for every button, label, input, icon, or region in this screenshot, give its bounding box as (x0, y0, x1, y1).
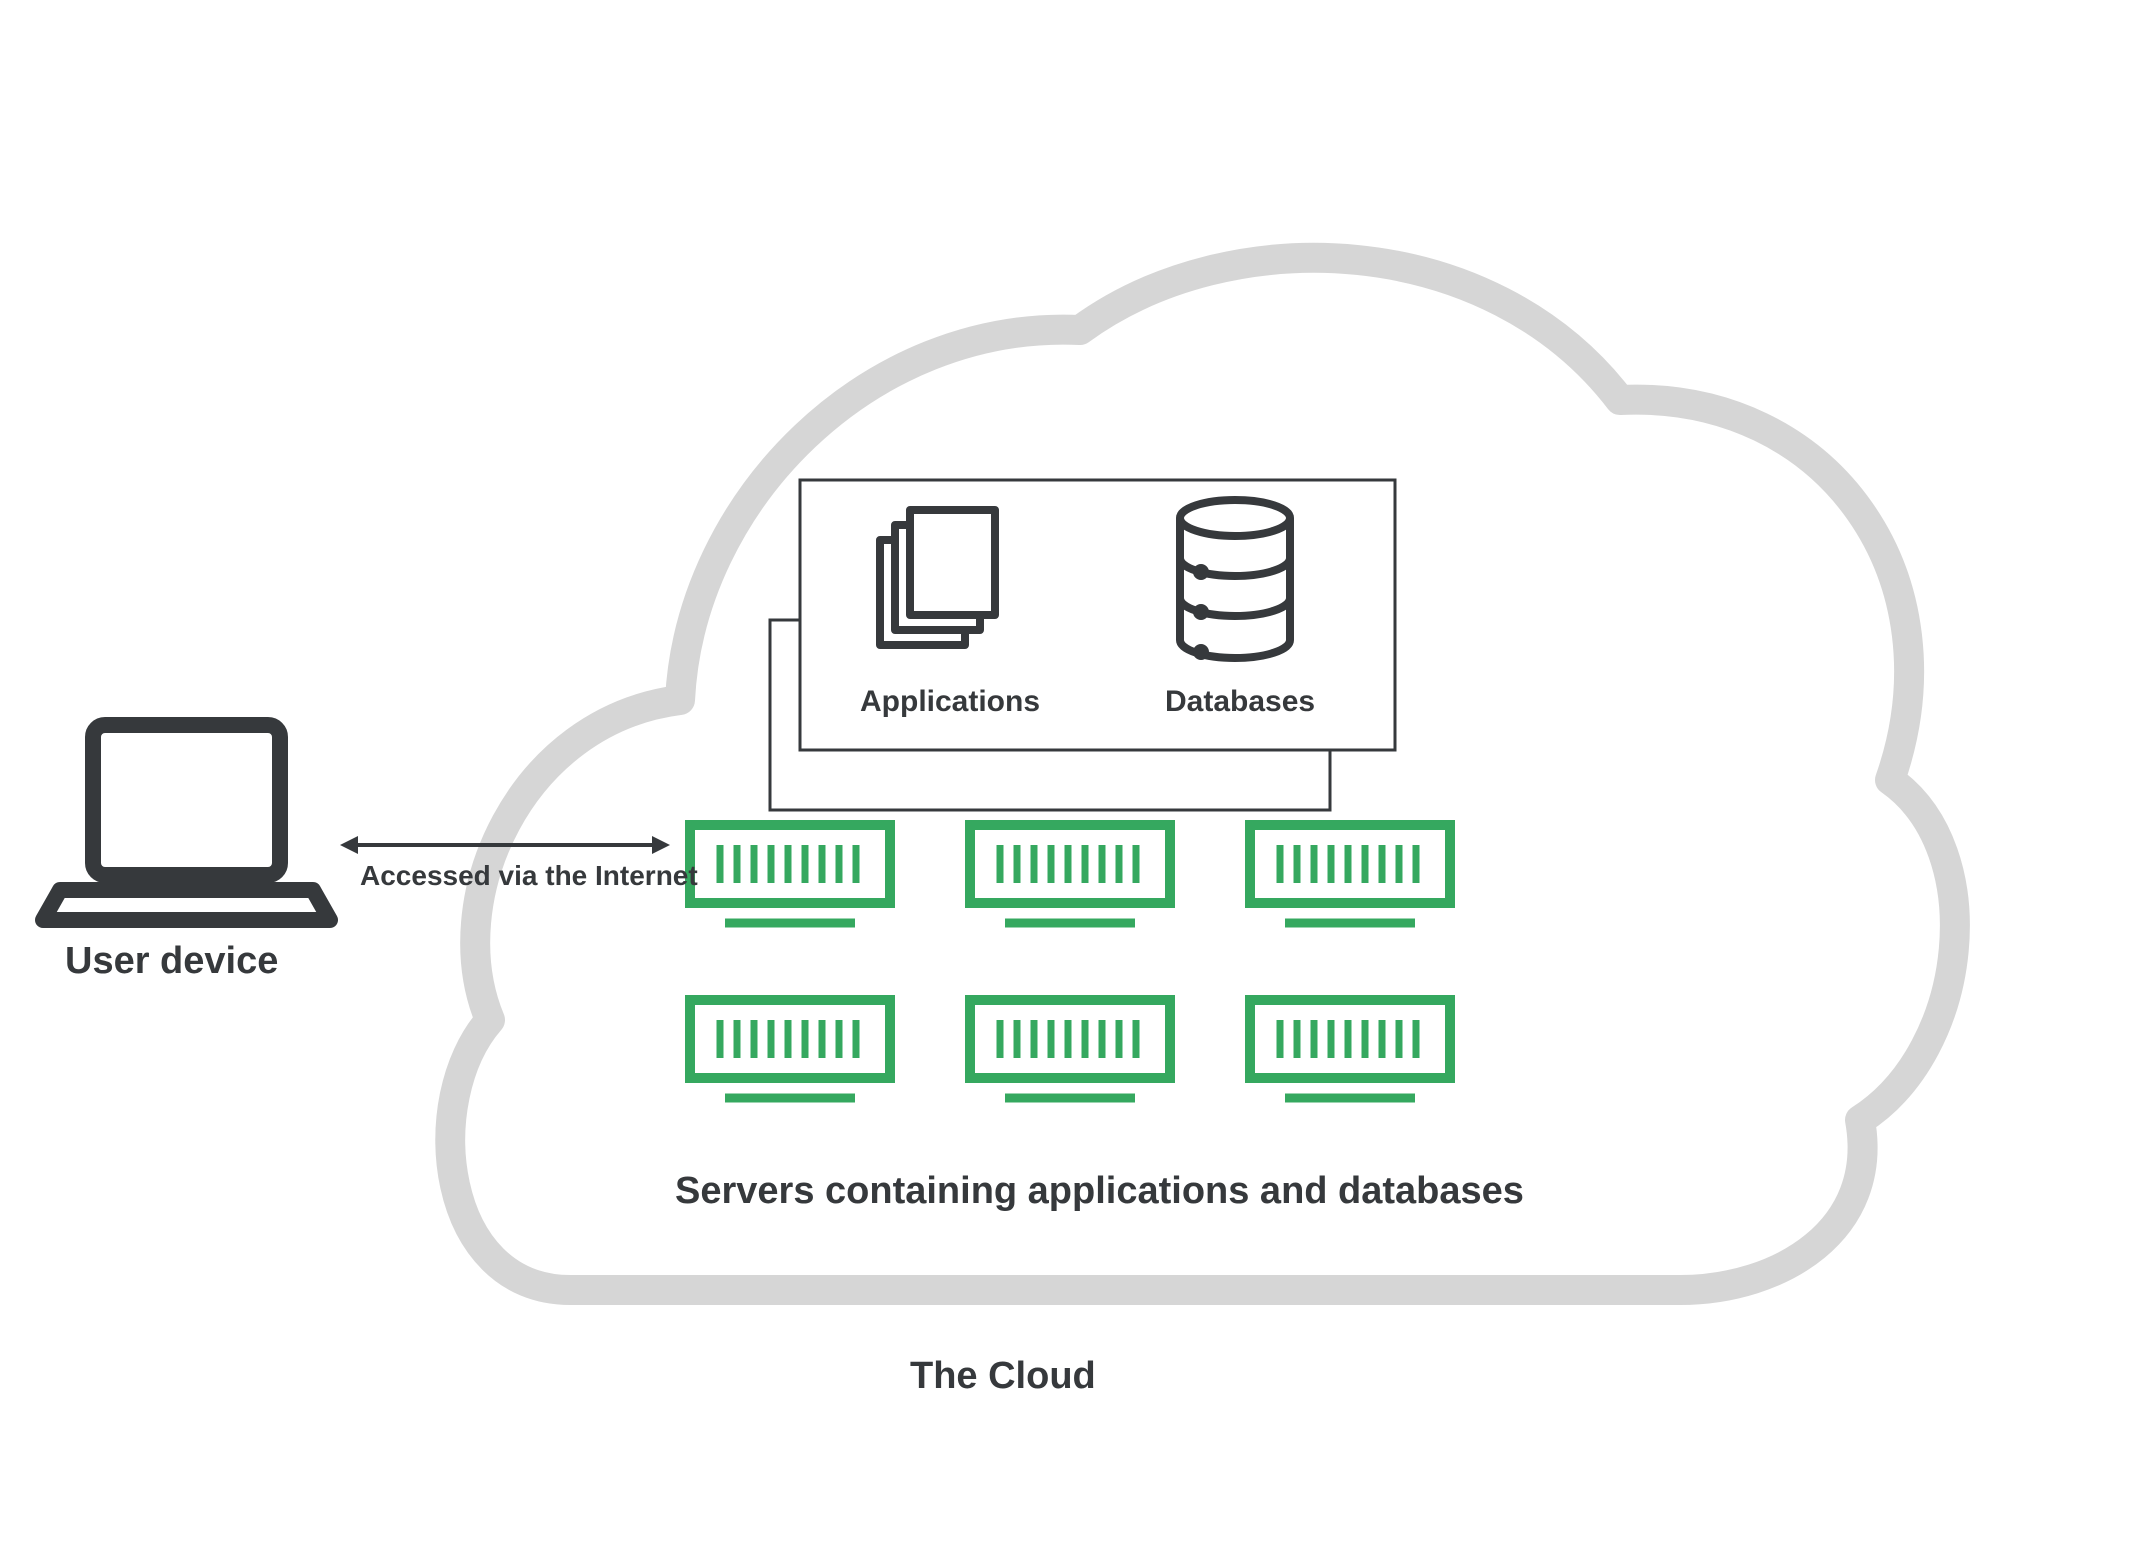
server-icon (970, 1000, 1170, 1098)
databases-label: Databases (1165, 685, 1315, 719)
cloud-outline-icon (450, 258, 1955, 1290)
server-icon (1250, 825, 1450, 923)
laptop-icon (43, 725, 330, 920)
database-icon (1180, 500, 1290, 658)
server-icon (690, 825, 890, 923)
user-device-label: User device (65, 940, 278, 983)
diagram-canvas (0, 0, 2151, 1560)
server-icon (970, 825, 1170, 923)
applications-label: Applications (860, 685, 1040, 719)
server-icon (1250, 1000, 1450, 1098)
servers-label: Servers containing applications and data… (675, 1170, 1524, 1213)
applications-icon (880, 510, 995, 645)
server-icon (690, 1000, 890, 1098)
access-label: Accessed via the Internet (360, 860, 698, 892)
cloud-label: The Cloud (910, 1355, 1096, 1398)
